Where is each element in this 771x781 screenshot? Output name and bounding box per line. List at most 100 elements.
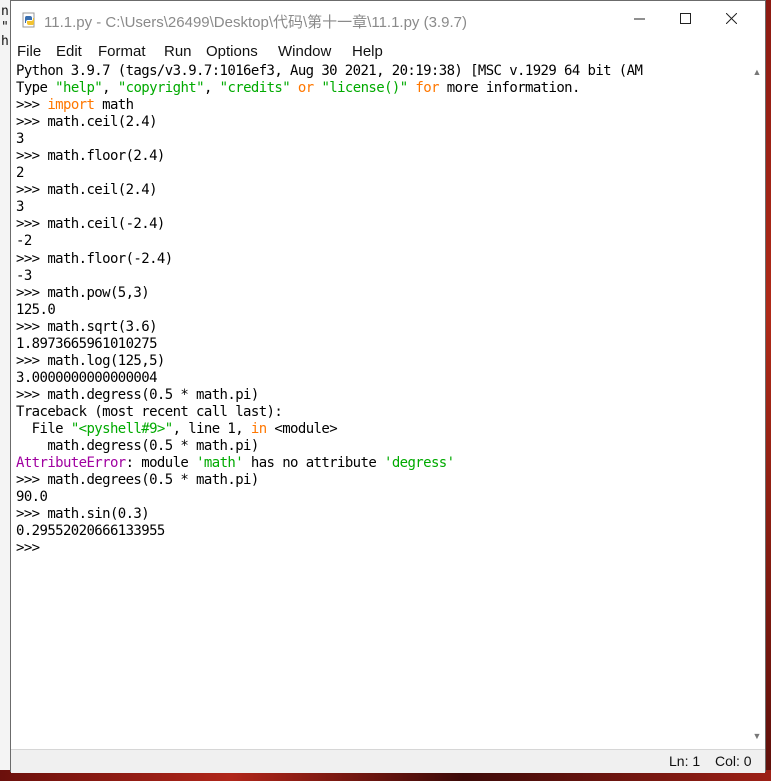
shell-line: >>> math.degress(0.5 * math.pi) (11, 387, 749, 404)
shell-text-segment: import (47, 97, 95, 114)
shell-text-segment: math.degress(0.5 * math.pi) (16, 438, 259, 455)
status-bar: Ln: 1 Col: 0 (11, 749, 765, 773)
maximize-icon (679, 11, 691, 29)
desktop-edge: n " h (0, 0, 10, 781)
shell-text-segment: Python 3.9.7 (tags/v3.9.7:1016ef3, Aug 3… (16, 63, 643, 79)
menu-edit[interactable]: Edit (56, 43, 82, 60)
shell-text-segment: Traceback (most recent call last): (16, 403, 283, 420)
shell-text-segment: , (102, 80, 118, 97)
shell-line: 3.0000000000000004 (11, 370, 749, 387)
shell-text-segment: File (16, 420, 71, 437)
shell-text-segment: 3 (16, 199, 24, 216)
shell-text-segment: "<pyshell#9>" (70, 420, 173, 437)
menu-help[interactable]: Help (352, 43, 383, 60)
shell-text-segment: Type (16, 80, 56, 97)
shell-text-segment: "help" (55, 80, 103, 97)
shell-line: 125.0 (11, 302, 749, 319)
shell-text-segment: "credits" (219, 80, 291, 97)
shell-line: Python 3.9.7 (tags/v3.9.7:1016ef3, Aug 3… (11, 63, 749, 80)
shell-text-segment: for (415, 80, 439, 97)
scroll-down-arrow-icon[interactable]: ▼ (750, 729, 764, 743)
shell-line: -3 (11, 268, 749, 285)
shell-text-segment (290, 80, 298, 96)
menu-options[interactable]: Options (206, 43, 258, 60)
shell-text-segment: 0.29552020666133955 (16, 523, 165, 540)
shell-text-segment: 1.8973665961010275 (16, 335, 158, 352)
shell-line: >>> math.sqrt(3.6) (11, 319, 749, 336)
window-title: 11.1.py - C:\Users\26499\Desktop\代码\第十一章… (44, 14, 467, 31)
shell-text-segment: "license()" (321, 80, 408, 97)
desktop-text: h (1, 34, 9, 49)
menu-window[interactable]: Window (278, 43, 331, 60)
close-icon (725, 11, 737, 29)
shell-line: >>> math.ceil(2.4) (11, 114, 749, 131)
menu-file[interactable]: File (17, 43, 41, 60)
shell-text-segment: "copyright" (117, 80, 205, 97)
shell-line: >>> (11, 540, 749, 557)
shell-line: 3 (11, 199, 749, 216)
maximize-button[interactable] (662, 1, 708, 39)
title-bar[interactable]: 11.1.py - C:\Users\26499\Desktop\代码\第十一章… (11, 1, 765, 39)
shell-text-segment: has no attribute (243, 455, 384, 472)
shell-line: >>> math.degrees(0.5 * math.pi) (11, 472, 749, 489)
shell-line: >>> math.sin(0.3) (11, 506, 749, 523)
shell-text-segment: >>> math.ceil(-2.4) (16, 216, 165, 233)
shell-text-segment: >>> math.pow(5,3) (16, 284, 150, 301)
shell-text-segment: >>> math.floor(-2.4) (16, 250, 173, 267)
desktop-text: n (1, 4, 9, 19)
shell-text-segment: 3 (16, 131, 24, 148)
shell-text-segment: -2 (16, 233, 32, 250)
shell-text-segment: 125.0 (16, 301, 56, 318)
python-file-icon (22, 12, 35, 28)
menu-run[interactable]: Run (164, 43, 192, 60)
vertical-scrollbar[interactable]: ▲ ▼ (749, 63, 765, 749)
idle-shell-window: 11.1.py - C:\Users\26499\Desktop\代码\第十一章… (10, 0, 766, 773)
shell-line: math.degress(0.5 * math.pi) (11, 438, 749, 455)
shell-text-segment: more information. (438, 80, 581, 97)
shell-line: >>> math.ceil(2.4) (11, 182, 749, 199)
shell-text-segment: >>> (16, 540, 48, 557)
shell-text-segment: , (203, 80, 220, 97)
shell-line: -2 (11, 233, 749, 250)
shell-text-segment: >>> math.floor(2.4) (16, 148, 165, 165)
minimize-button[interactable] (616, 1, 662, 39)
shell-line: 0.29552020666133955 (11, 523, 749, 540)
shell-line: Type "help", "copyright", "credits" or "… (11, 80, 749, 97)
shell-line: AttributeError: module 'math' has no att… (11, 455, 749, 472)
column-number-status: Col: 0 (715, 753, 752, 769)
line-number-status: Ln: 1 (669, 753, 701, 769)
shell-line: Traceback (most recent call last): (11, 404, 749, 421)
shell-line: >>> math.floor(2.4) (11, 148, 749, 165)
shell-text-segment: <module> (266, 420, 338, 437)
menu-bar: File Edit Format Run Options Window Help (11, 39, 765, 63)
shell-text-segment: 'math' (196, 455, 244, 472)
shell-text-segment: >>> math.sqrt(3.6) (16, 318, 158, 335)
shell-text-segment: , line 1, (172, 420, 251, 437)
shell-text-segment: >>> math.ceil(2.4) (16, 182, 158, 199)
shell-line: File "<pyshell#9>", line 1, in <module> (11, 421, 749, 438)
shell-text-segment: 3.0000000000000004 (16, 369, 158, 386)
shell-text-segment: -3 (16, 267, 32, 284)
shell-text-area[interactable]: Python 3.9.7 (tags/v3.9.7:1016ef3, Aug 3… (11, 63, 749, 749)
shell-text-segment: math (94, 97, 134, 114)
shell-text-segment: >>> (16, 97, 48, 114)
minimize-icon (633, 11, 645, 29)
shell-line: >>> math.log(125,5) (11, 353, 749, 370)
scroll-up-arrow-icon[interactable]: ▲ (750, 65, 764, 79)
shell-text-segment: >>> math.degrees(0.5 * math.pi) (16, 472, 259, 489)
shell-text-segment: : module (125, 455, 197, 472)
shell-line: >>> math.pow(5,3) (11, 285, 749, 302)
shell-text-segment: >>> math.sin(0.3) (16, 506, 150, 523)
shell-text-segment: 90.0 (16, 489, 48, 506)
shell-line: 1.8973665961010275 (11, 336, 749, 353)
shell-text-segment: or (297, 80, 314, 97)
shell-text-segment: in (250, 420, 267, 437)
menu-format[interactable]: Format (98, 43, 146, 60)
shell-text-segment: >>> math.degress(0.5 * math.pi) (16, 386, 259, 403)
shell-line: >>> math.ceil(-2.4) (11, 216, 749, 233)
shell-text-segment: >>> math.log(125,5) (16, 352, 165, 369)
shell-line: 3 (11, 131, 749, 148)
shell-line: >>> math.floor(-2.4) (11, 251, 749, 268)
shell-line: 2 (11, 165, 749, 182)
close-button[interactable] (708, 1, 754, 39)
